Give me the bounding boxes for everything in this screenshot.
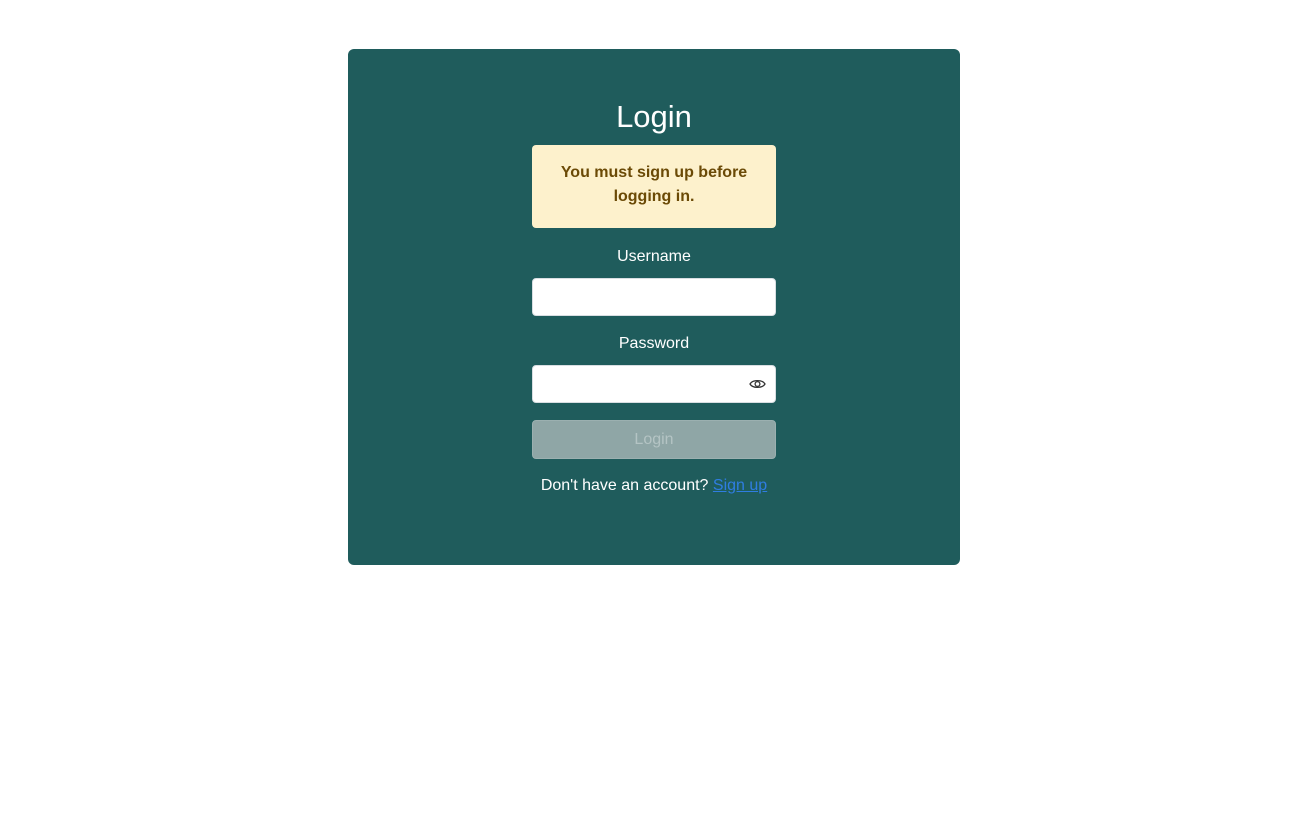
- username-label: Username: [617, 248, 691, 265]
- alert-message: You must sign up before logging in.: [532, 145, 776, 228]
- page-title: Login: [616, 99, 692, 134]
- username-field-wrapper: [532, 278, 776, 316]
- login-card: Login You must sign up before logging in…: [348, 49, 960, 565]
- password-input[interactable]: [533, 366, 775, 402]
- eye-icon[interactable]: [749, 377, 766, 391]
- username-input[interactable]: [533, 279, 775, 315]
- signup-prompt: Don't have an account? Sign up: [512, 477, 796, 495]
- login-button[interactable]: Login: [532, 420, 776, 459]
- signup-prompt-text: Don't have an account?: [540, 477, 709, 494]
- password-label: Password: [618, 335, 690, 352]
- password-field-wrapper: [532, 365, 776, 403]
- signup-link[interactable]: Sign up: [713, 477, 767, 494]
